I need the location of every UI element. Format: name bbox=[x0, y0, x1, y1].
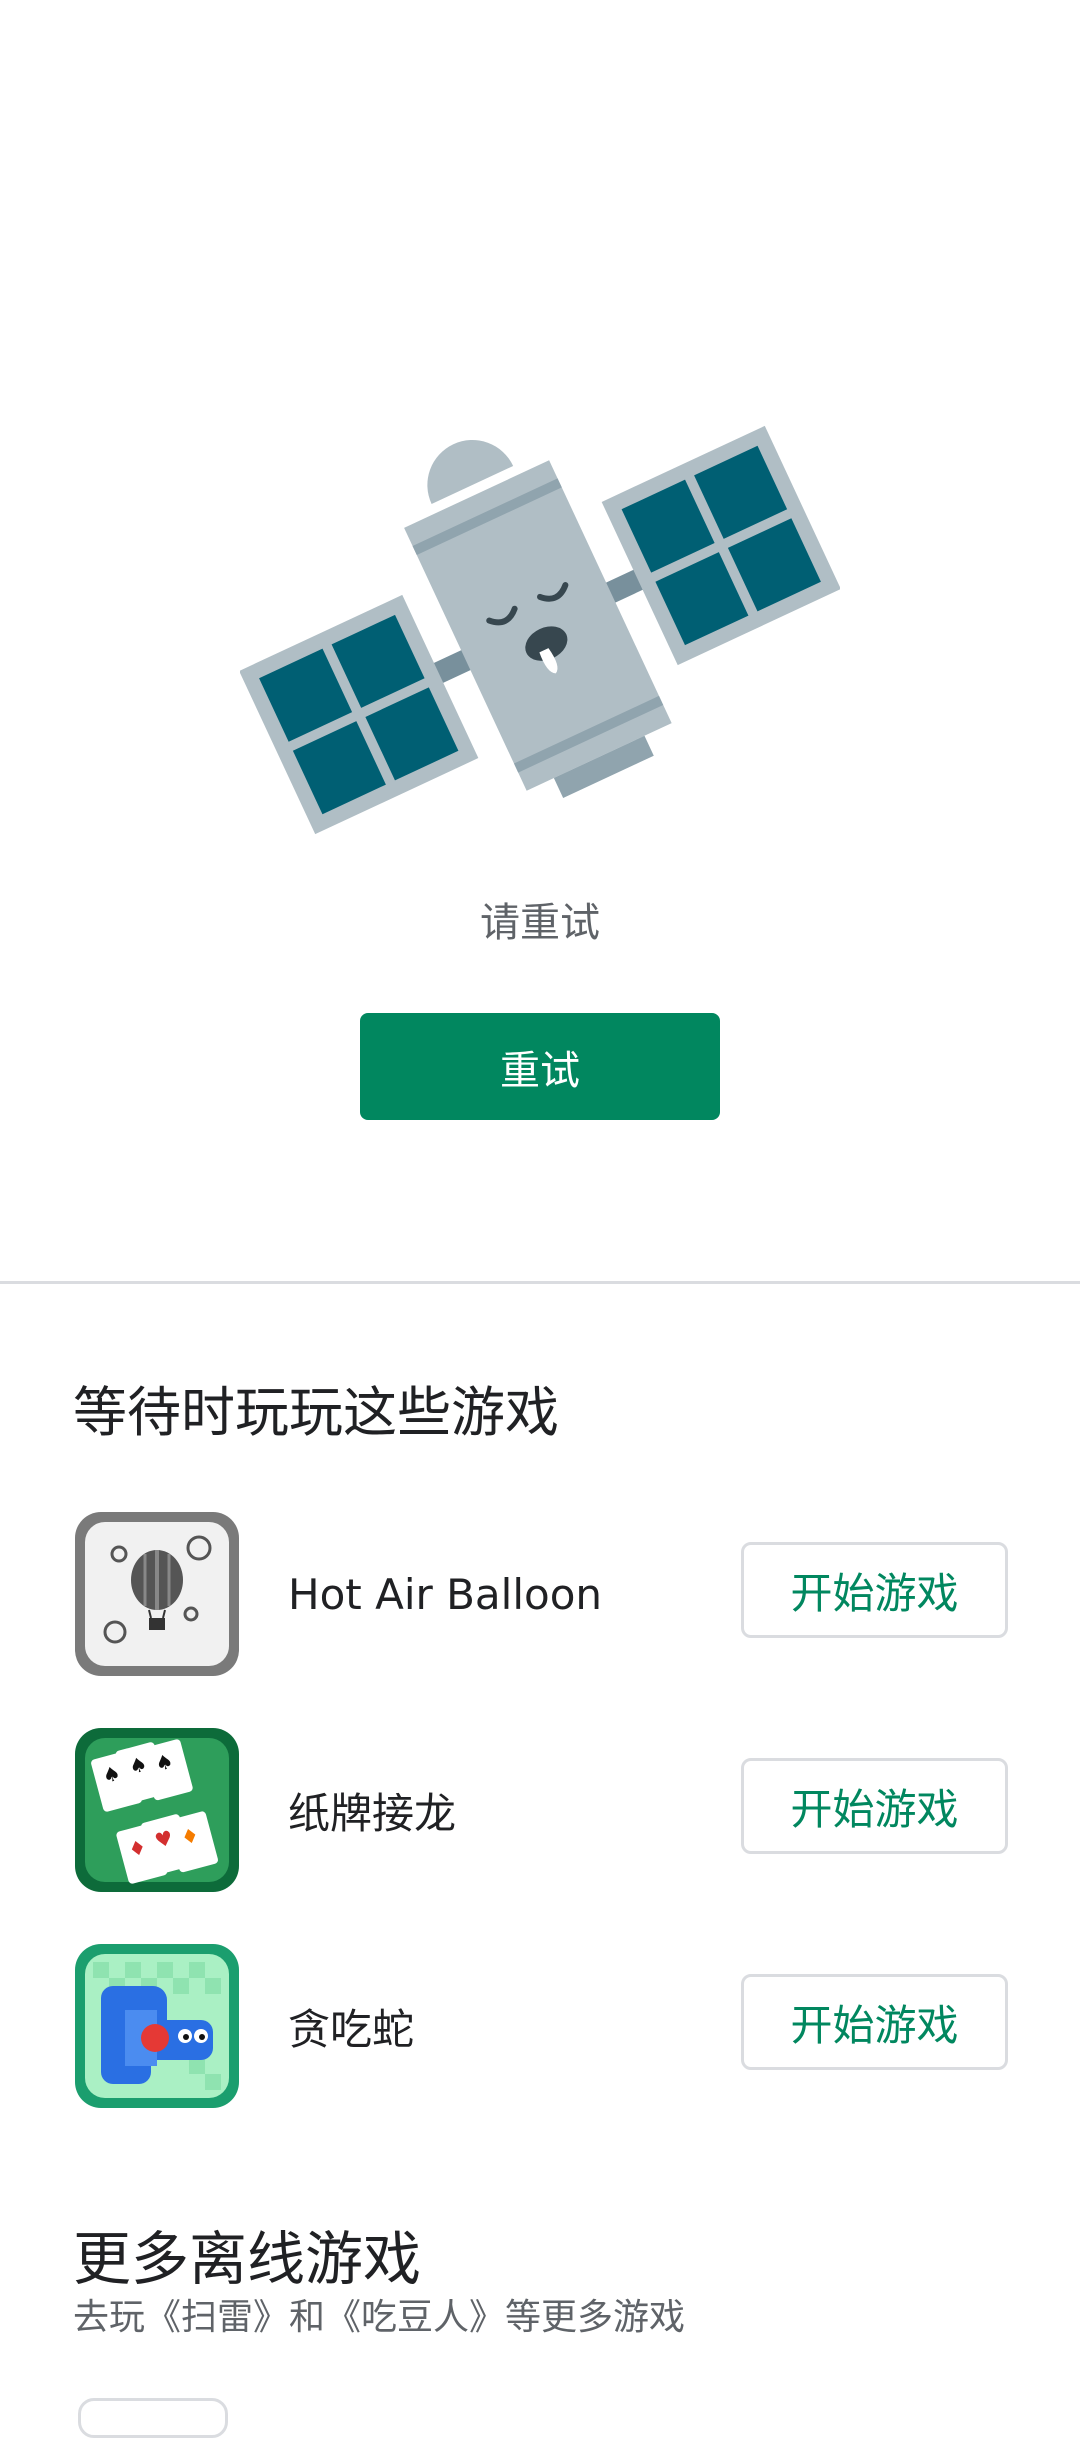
games-section-title: 等待时玩玩这些游戏 bbox=[73, 1381, 559, 1444]
partially-visible-button[interactable] bbox=[78, 2398, 228, 2438]
more-offline-games-subtitle: 去玩《扫雷》和《吃豆人》等更多游戏 bbox=[73, 2297, 686, 2338]
game-name: 贪吃蛇 bbox=[288, 2004, 415, 2054]
game-row-solitaire: ♠ ♠ ♠ ♦ ♥ ♦ 纸牌接龙 开始游戏 bbox=[0, 1726, 1080, 1894]
sleeping-satellite-illustration bbox=[240, 425, 840, 835]
play-solitaire-button[interactable]: 开始游戏 bbox=[741, 1758, 1008, 1854]
play-hot-air-balloon-button[interactable]: 开始游戏 bbox=[741, 1542, 1008, 1638]
game-name: Hot Air Balloon bbox=[288, 1569, 603, 1619]
retry-button[interactable]: 重试 bbox=[360, 1013, 720, 1120]
game-name: 纸牌接龙 bbox=[288, 1788, 457, 1838]
play-snake-button[interactable]: 开始游戏 bbox=[741, 1974, 1008, 2070]
section-divider bbox=[0, 1281, 1080, 1284]
solitaire-icon[interactable]: ♠ ♠ ♠ ♦ ♥ ♦ bbox=[73, 1726, 241, 1894]
hot-air-balloon-icon[interactable] bbox=[73, 1510, 241, 1678]
more-offline-games-title: 更多离线游戏 bbox=[73, 2225, 422, 2293]
snake-icon[interactable] bbox=[73, 1942, 241, 2110]
error-message: 请重试 bbox=[480, 900, 600, 946]
game-row-hot-air-balloon: Hot Air Balloon 开始游戏 bbox=[0, 1510, 1080, 1678]
game-row-snake: 贪吃蛇 开始游戏 bbox=[0, 1942, 1080, 2110]
